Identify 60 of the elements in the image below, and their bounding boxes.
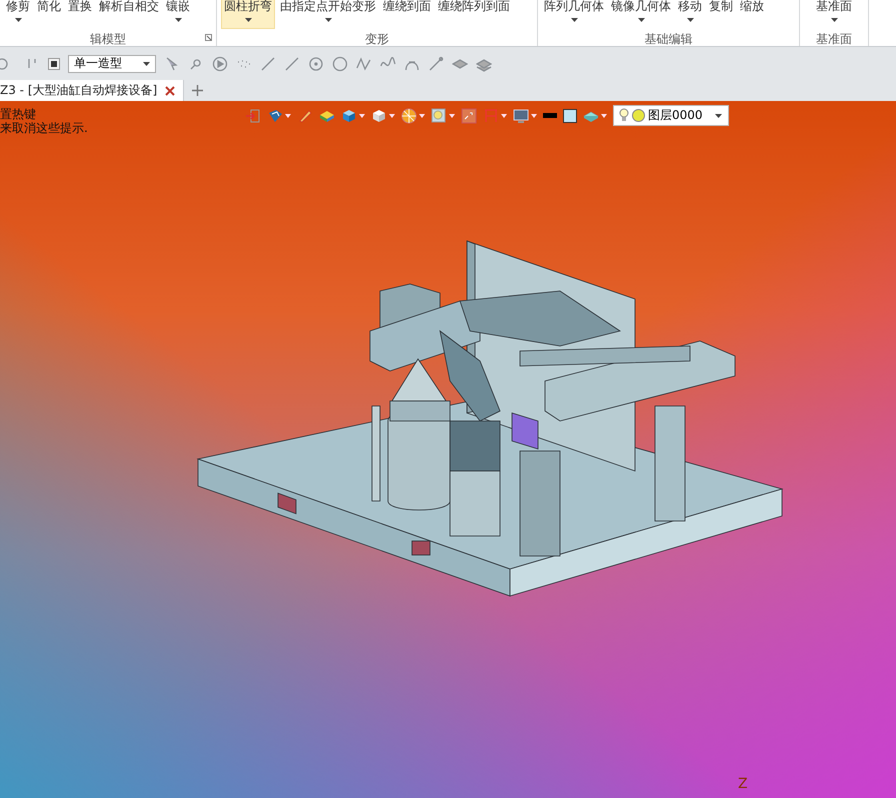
ribbon-button[interactable]: 简化 (35, 0, 63, 28)
line-icon[interactable] (284, 56, 300, 72)
hint-text: 置热键 (0, 107, 36, 121)
close-icon[interactable] (165, 86, 176, 96)
add-tab-icon[interactable] (192, 85, 204, 96)
pointer-icon[interactable] (164, 56, 180, 72)
line-icon[interactable] (428, 56, 444, 72)
caret-icon (359, 114, 365, 118)
zoom-icon[interactable] (431, 108, 447, 124)
wave-icon[interactable] (356, 56, 372, 72)
ribbon-button[interactable]: 修剪 (4, 0, 32, 28)
caret-icon (531, 114, 537, 118)
monitor-icon[interactable] (513, 108, 529, 124)
line-color-icon[interactable] (543, 113, 557, 118)
ribbon-button[interactable]: 缩放 (738, 0, 766, 28)
ribbon-button[interactable]: 阵列几何体 (542, 0, 606, 28)
circle-dot-icon[interactable] (308, 56, 324, 72)
ribbon-button[interactable]: 由指定点开始变形 (278, 0, 378, 28)
ribbon-button[interactable]: 镜像几何体 (609, 0, 673, 28)
ribbon-button[interactable]: 基准面 (814, 0, 854, 28)
stop-icon[interactable] (48, 58, 60, 70)
ribbon-button[interactable]: 圆柱折弯 (221, 0, 275, 29)
caret-icon (449, 114, 455, 118)
document-tab[interactable]: Z3 - [大型油缸自动焊接设备] (0, 80, 184, 101)
ribbon-button[interactable]: 缠绕阵列到面 (436, 0, 512, 28)
solid-cube-icon[interactable] (371, 108, 387, 124)
exit-icon[interactable] (245, 108, 261, 124)
caret-icon (389, 114, 395, 118)
layer-name: 图层0000 (648, 107, 704, 124)
lightbulb-icon[interactable] (619, 108, 629, 123)
caret-icon (419, 114, 425, 118)
play-icon[interactable] (212, 56, 228, 72)
layer-dropdown[interactable]: 图层0000 (613, 105, 729, 126)
caret-icon (501, 114, 507, 118)
group-label: 基准面 (816, 31, 852, 48)
ribbon-button[interactable]: 复制 (707, 0, 735, 28)
layer-dot-icon (632, 109, 645, 122)
group-label: 变形 (364, 31, 390, 48)
group-label: 辑模型 (89, 31, 127, 48)
shaded-cube-icon[interactable] (341, 108, 357, 124)
caret-icon (143, 62, 150, 66)
group-label: 基础编辑 (644, 31, 694, 48)
fill-color-icon[interactable] (563, 108, 577, 122)
ribbon-button[interactable]: 移动 (676, 0, 704, 28)
axis-label: Z (738, 776, 748, 792)
ribbon-button[interactable]: 缠绕到面 (381, 0, 433, 28)
pie-icon[interactable] (401, 108, 417, 124)
caret-icon (285, 114, 291, 118)
filter-value: 单一造型 (74, 55, 122, 72)
view-cube-icon[interactable] (267, 108, 283, 124)
hint-text: 来取消这些提示. (0, 121, 88, 135)
dialog-launcher-icon[interactable] (205, 34, 212, 41)
circle-icon[interactable] (332, 56, 348, 72)
filter-dropdown[interactable]: 单一造型 (68, 54, 156, 72)
caret-icon (601, 114, 607, 118)
ribbon-button[interactable]: 置换 (66, 0, 94, 28)
line-icon[interactable] (260, 56, 276, 72)
caret-icon (715, 114, 722, 118)
ribbon-button[interactable]: 镶嵌 (164, 0, 192, 28)
ribbon-button[interactable]: 解析自相交 (97, 0, 161, 28)
